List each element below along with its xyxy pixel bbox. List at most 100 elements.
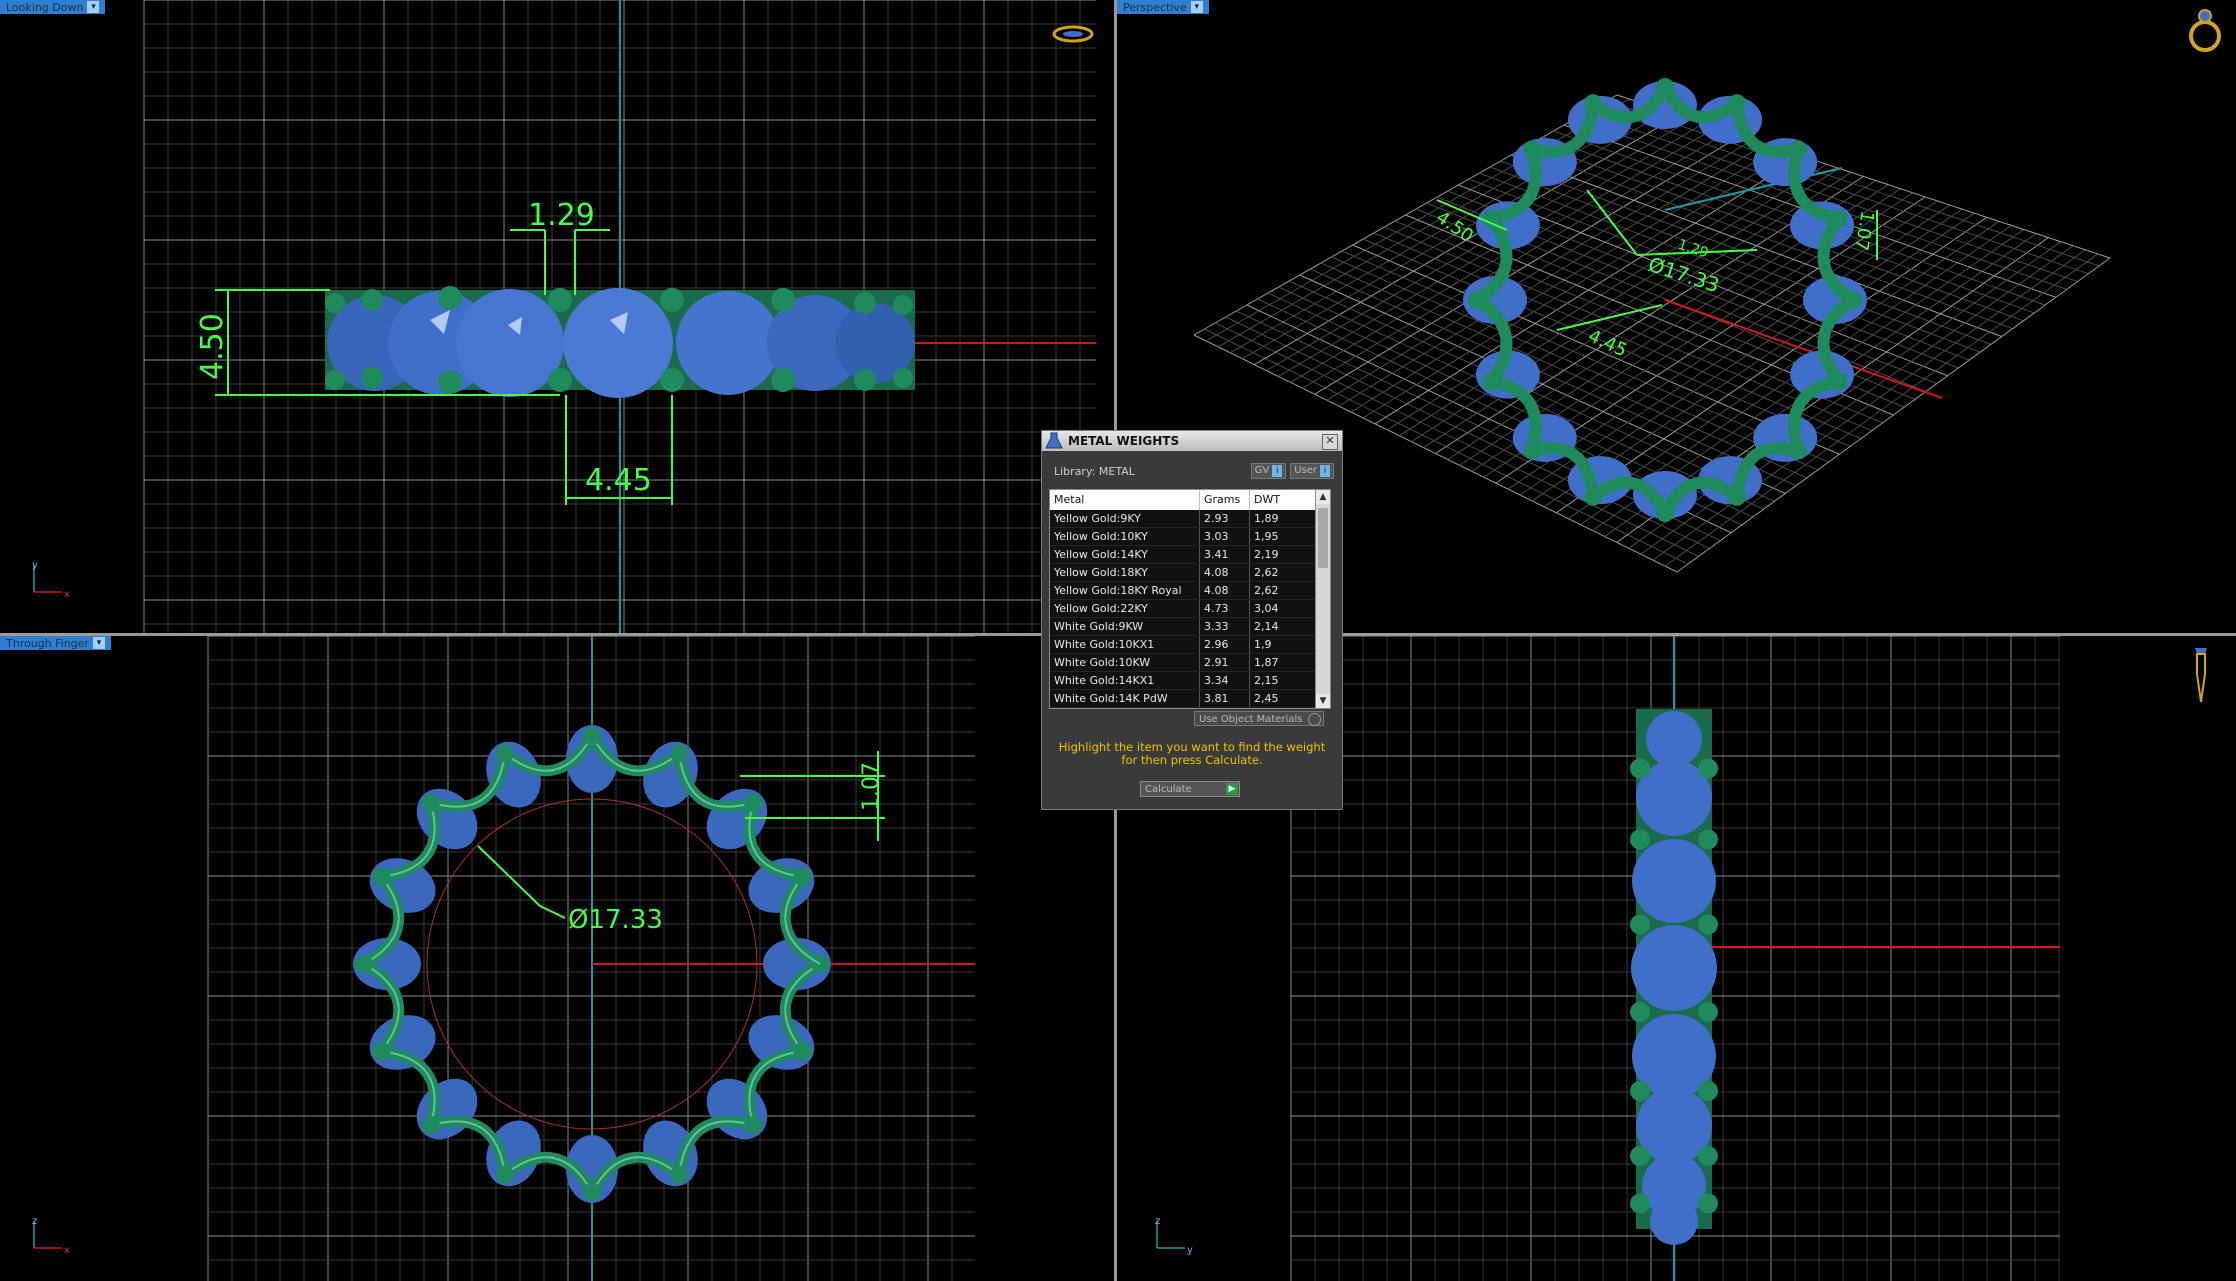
- svg-text:z: z: [32, 1216, 37, 1227]
- metal-name-cell: Yellow Gold:18KY Royal: [1050, 582, 1200, 599]
- ring-orbit-icon[interactable]: [2185, 6, 2225, 54]
- close-icon[interactable]: ✕: [1322, 434, 1338, 450]
- dimension-height-label: 4.50: [195, 313, 230, 380]
- metal-name-cell: White Gold:9KW: [1050, 618, 1200, 635]
- ring-side-view: [325, 286, 915, 398]
- metal-name-cell: Yellow Gold:10KY: [1050, 528, 1200, 545]
- chevron-down-icon[interactable]: ▾: [1190, 1, 1203, 13]
- chevron-down-icon[interactable]: ▾: [87, 1, 100, 13]
- table-scrollbar[interactable]: ▲ ▼: [1315, 490, 1330, 708]
- svg-text:4.45: 4.45: [1585, 325, 1630, 361]
- metal-name-cell: Yellow Gold:22KY: [1050, 600, 1200, 617]
- ring-column-view: [1630, 709, 1718, 1245]
- svg-text:z: z: [1155, 1216, 1160, 1227]
- svg-text:x: x: [64, 589, 70, 600]
- table-row[interactable]: White Gold:10KW 2.91 1,87: [1050, 654, 1330, 672]
- dwt-cell: 1,95: [1250, 528, 1316, 545]
- svg-text:Ø17.33: Ø17.33: [568, 905, 663, 935]
- info-icon: i: [1320, 465, 1330, 477]
- grams-cell: 4.08: [1200, 582, 1250, 599]
- chevron-up-icon[interactable]: ▲: [1316, 490, 1330, 504]
- viewport-label-through-finger[interactable]: Through Finger ▾: [0, 636, 111, 650]
- grams-cell: 3.81: [1200, 690, 1250, 707]
- dialog-titlebar[interactable]: METAL WEIGHTS ✕: [1042, 431, 1342, 451]
- metal-table[interactable]: Metal Grams DWT Yellow Gold:9KY 2.93 1,89 Y…: [1049, 489, 1331, 709]
- svg-text:y: y: [32, 560, 38, 571]
- axis-triad: y x: [32, 560, 70, 600]
- svg-text:Ø17.33: Ø17.33: [1645, 252, 1722, 297]
- dwt-cell: 3,04: [1250, 600, 1316, 617]
- table-row[interactable]: White Gold:14KX1 3.34 2,15: [1050, 672, 1330, 690]
- dimension-gap-label: 1.29: [528, 198, 595, 233]
- grams-cell: 3.03: [1200, 528, 1250, 545]
- metal-name-cell: Yellow Gold:14KY: [1050, 546, 1200, 563]
- table-row[interactable]: White Gold:10KX1 2.96 1,9: [1050, 636, 1330, 654]
- viewport-looking-down[interactable]: Looking Down ▾ 1.29 4.50 4.45 y x: [0, 0, 1114, 633]
- dwt-cell: 2,14: [1250, 618, 1316, 635]
- grams-cell: 2.93: [1200, 510, 1250, 527]
- grams-cell: 4.08: [1200, 564, 1250, 581]
- calculate-button[interactable]: Calculate ▶: [1140, 781, 1240, 797]
- table-row[interactable]: White Gold:14K PdW 3.81 2,45: [1050, 690, 1330, 708]
- library-row: Library: METAL: [1054, 465, 1135, 478]
- gv-button[interactable]: GV i: [1250, 463, 1287, 479]
- table-row[interactable]: Yellow Gold:10KY 3.03 1,95: [1050, 528, 1330, 546]
- use-object-materials-button[interactable]: Use Object Materials: [1194, 711, 1324, 726]
- svg-text:x: x: [64, 1245, 70, 1256]
- dwt-cell: 2,15: [1250, 672, 1316, 689]
- chevron-down-icon[interactable]: ▾: [92, 637, 105, 649]
- info-icon: i: [1272, 465, 1283, 477]
- dwt-cell: 1,87: [1250, 654, 1316, 671]
- chevron-down-icon[interactable]: ▼: [1316, 694, 1330, 708]
- scrollbar-thumb[interactable]: [1318, 508, 1328, 568]
- column-header-dwt[interactable]: DWT: [1250, 490, 1316, 510]
- column-header-grams[interactable]: Grams: [1200, 490, 1250, 510]
- dwt-cell: 1,9: [1250, 636, 1316, 653]
- dialog-hint: Highlight the item you want to find the …: [1058, 740, 1326, 767]
- viewport-label-looking-down[interactable]: Looking Down ▾: [0, 0, 106, 14]
- dwt-cell: 2,62: [1250, 564, 1316, 581]
- dwt-cell: 2,45: [1250, 690, 1316, 707]
- table-row[interactable]: Yellow Gold:18KY 4.08 2,62: [1050, 564, 1330, 582]
- table-row[interactable]: White Gold:9KW 3.33 2,14: [1050, 618, 1330, 636]
- grams-cell: 3.34: [1200, 672, 1250, 689]
- axis-triad: z x: [32, 1216, 70, 1256]
- column-header-metal[interactable]: Metal: [1050, 490, 1200, 510]
- grams-cell: 3.41: [1200, 546, 1250, 563]
- svg-text:1.07: 1.07: [859, 762, 884, 811]
- metal-name-cell: White Gold:10KX1: [1050, 636, 1200, 653]
- scene-through-finger: Ø17.33 1.07 z x: [32, 636, 975, 1281]
- dimension-stone-label: 4.45: [585, 463, 652, 498]
- flask-icon: [1045, 432, 1063, 449]
- play-icon: ▶: [1226, 783, 1238, 795]
- metal-name-cell: White Gold:14K PdW: [1050, 690, 1200, 707]
- metal-weights-dialog: METAL WEIGHTS ✕ Library: METAL GV i User i…: [1041, 430, 1343, 810]
- dwt-cell: 2,62: [1250, 582, 1316, 599]
- grams-cell: 2.96: [1200, 636, 1250, 653]
- library-value: METAL: [1098, 465, 1135, 478]
- viewport-label-perspective[interactable]: Perspective ▾: [1117, 0, 1209, 14]
- table-row[interactable]: Yellow Gold:18KY Royal 4.08 2,62: [1050, 582, 1330, 600]
- grams-cell: 2.91: [1200, 654, 1250, 671]
- metal-name-cell: White Gold:14KX1: [1050, 672, 1200, 689]
- table-header: Metal Grams DWT: [1050, 490, 1330, 510]
- grams-cell: 4.73: [1200, 600, 1250, 617]
- svg-text:1.29: 1.29: [1676, 237, 1711, 262]
- viewport-through-finger[interactable]: Through Finger ▾ Ø17.33 1.07 z x: [0, 636, 1114, 1281]
- table-body: Yellow Gold:9KY 2.93 1,89 Yellow Gold:10KY 3…: [1050, 510, 1330, 708]
- metal-name-cell: Yellow Gold:18KY: [1050, 564, 1200, 581]
- metal-name-cell: Yellow Gold:9KY: [1050, 510, 1200, 527]
- dialog-title: METAL WEIGHTS: [1068, 434, 1180, 448]
- table-row[interactable]: Yellow Gold:9KY 2.93 1,89: [1050, 510, 1330, 528]
- dwt-cell: 2,19: [1250, 546, 1316, 563]
- option-circle-icon: [1308, 713, 1321, 726]
- metal-name-cell: White Gold:10KW: [1050, 654, 1200, 671]
- table-row[interactable]: Yellow Gold:22KY 4.73 3,04: [1050, 600, 1330, 618]
- grams-cell: 3.33: [1200, 618, 1250, 635]
- pencil-tool-icon[interactable]: [2189, 646, 2213, 706]
- svg-text:y: y: [1187, 1245, 1193, 1256]
- user-button[interactable]: User i: [1290, 463, 1334, 479]
- dwt-cell: 1,89: [1250, 510, 1316, 527]
- ring-view-icon[interactable]: [1052, 24, 1094, 44]
- table-row[interactable]: Yellow Gold:14KY 3.41 2,19: [1050, 546, 1330, 564]
